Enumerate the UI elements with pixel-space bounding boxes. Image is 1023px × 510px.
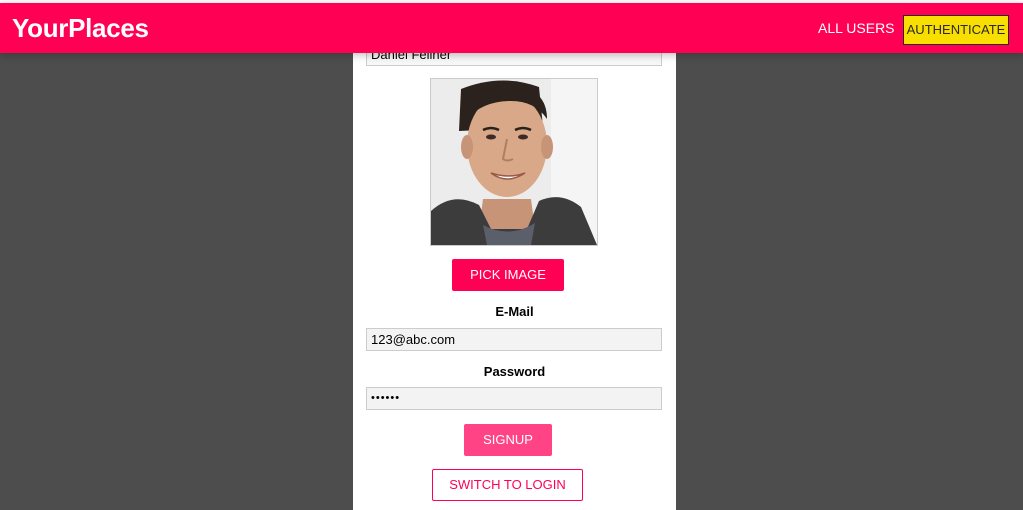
avatar-image-preview [430,78,598,246]
brand-logo[interactable]: YourPlaces [12,13,149,43]
avatar-photo [431,79,597,245]
main-header: YourPlaces ALL USERS AUTHENTICATE [0,3,1023,53]
email-label: E-Mail [495,304,534,319]
auth-card: Daniel Fellner PICK IMAGE E-Mail 123@abc… [353,40,676,510]
nav-authenticate-button[interactable]: AUTHENTICATE [903,15,1009,45]
password-field[interactable]: •••••• [366,387,662,410]
signup-button[interactable]: SIGNUP [464,424,552,456]
switch-to-login-button[interactable]: SWITCH TO LOGIN [432,469,583,501]
email-field[interactable]: 123@abc.com [366,328,662,351]
password-label: Password [483,364,546,379]
pick-image-button[interactable]: PICK IMAGE [452,259,564,291]
nav-all-users[interactable]: ALL USERS [818,18,895,38]
